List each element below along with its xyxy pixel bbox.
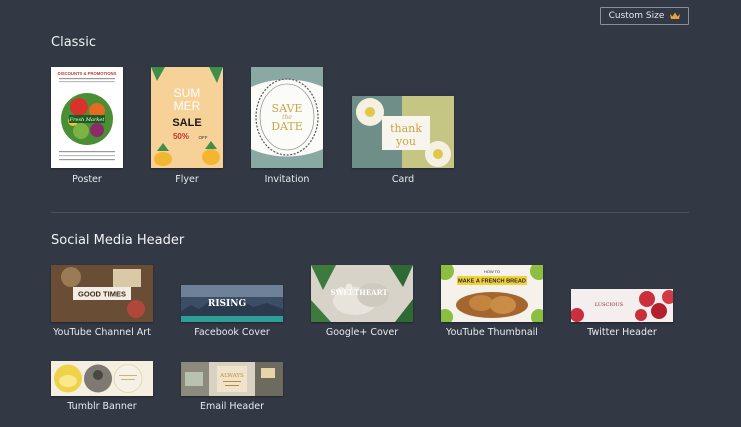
youtube-thumb-title: MAKE A FRENCH BREAD xyxy=(458,279,526,285)
template-label-invitation: Invitation xyxy=(264,174,310,185)
channel-art-text: GOOD TIMES xyxy=(78,290,126,299)
template-label-facebook-cover: Facebook Cover xyxy=(194,327,270,338)
card-thank: thank xyxy=(390,122,422,135)
youtube-thumb-howto: HOW TO xyxy=(484,269,500,274)
flyer-off: OFF xyxy=(199,135,208,140)
twitter-header-thumbnail: LUSCIOUS xyxy=(571,289,673,322)
flyer-word-2: MER xyxy=(174,99,201,113)
poster-heading: DISCOUNTS & PROMOTIONS xyxy=(58,71,117,76)
twitter-header-text: LUSCIOUS xyxy=(595,302,624,308)
google-cover-text: SWEETHEART xyxy=(330,288,388,297)
email-header-text: ALWAYS xyxy=(219,373,244,379)
template-label-twitter-header: Twitter Header xyxy=(587,327,657,338)
invitation-date: DATE xyxy=(271,120,303,133)
facebook-cover-thumbnail: RISING xyxy=(181,285,283,322)
custom-size-label: Custom Size xyxy=(608,11,665,21)
facebook-cover-text: RISING xyxy=(208,299,246,309)
youtube-thumbnail-thumbnail: HOW TO MAKE A FRENCH BREAD xyxy=(441,265,543,322)
template-label-poster: Poster xyxy=(72,174,102,185)
section-title-social-media-header: Social Media Header xyxy=(51,233,185,248)
youtube-channel-art-thumbnail: GOOD TIMES xyxy=(51,265,153,322)
template-label-tumblr-banner: Tumblr Banner xyxy=(67,401,137,412)
card-thumbnail: thank you xyxy=(352,96,454,168)
poster-title: Fresh Market xyxy=(69,117,106,123)
poster-thumbnail: DISCOUNTS & PROMOTIONS Fresh Market xyxy=(51,67,123,168)
template-label-email-header: Email Header xyxy=(200,401,264,412)
tumblr-banner-thumbnail xyxy=(51,361,153,396)
template-label-youtube-channel-art: YouTube Channel Art xyxy=(53,327,151,338)
invitation-thumbnail: SAVE the DATE xyxy=(251,67,323,168)
template-label-youtube-thumbnail: YouTube Thumbnail xyxy=(446,327,538,338)
section-divider xyxy=(51,212,689,213)
flyer-word-1: SUM xyxy=(174,86,201,100)
flyer-thumbnail: SUM MER SALE 50% OFF xyxy=(151,67,223,168)
email-header-thumbnail: ALWAYS xyxy=(181,362,283,396)
template-label-google-plus-cover: Google+ Cover xyxy=(325,327,399,338)
custom-size-button[interactable]: Custom Size xyxy=(600,7,689,25)
google-plus-cover-thumbnail: SWEETHEART xyxy=(311,265,413,322)
flyer-percent: 50% xyxy=(173,132,189,141)
flyer-sale: SALE xyxy=(172,117,201,129)
template-label-card: Card xyxy=(391,174,415,185)
card-you: you xyxy=(395,135,416,148)
template-label-flyer: Flyer xyxy=(175,174,199,185)
crown-icon xyxy=(670,12,681,19)
section-title-classic: Classic xyxy=(51,35,96,50)
